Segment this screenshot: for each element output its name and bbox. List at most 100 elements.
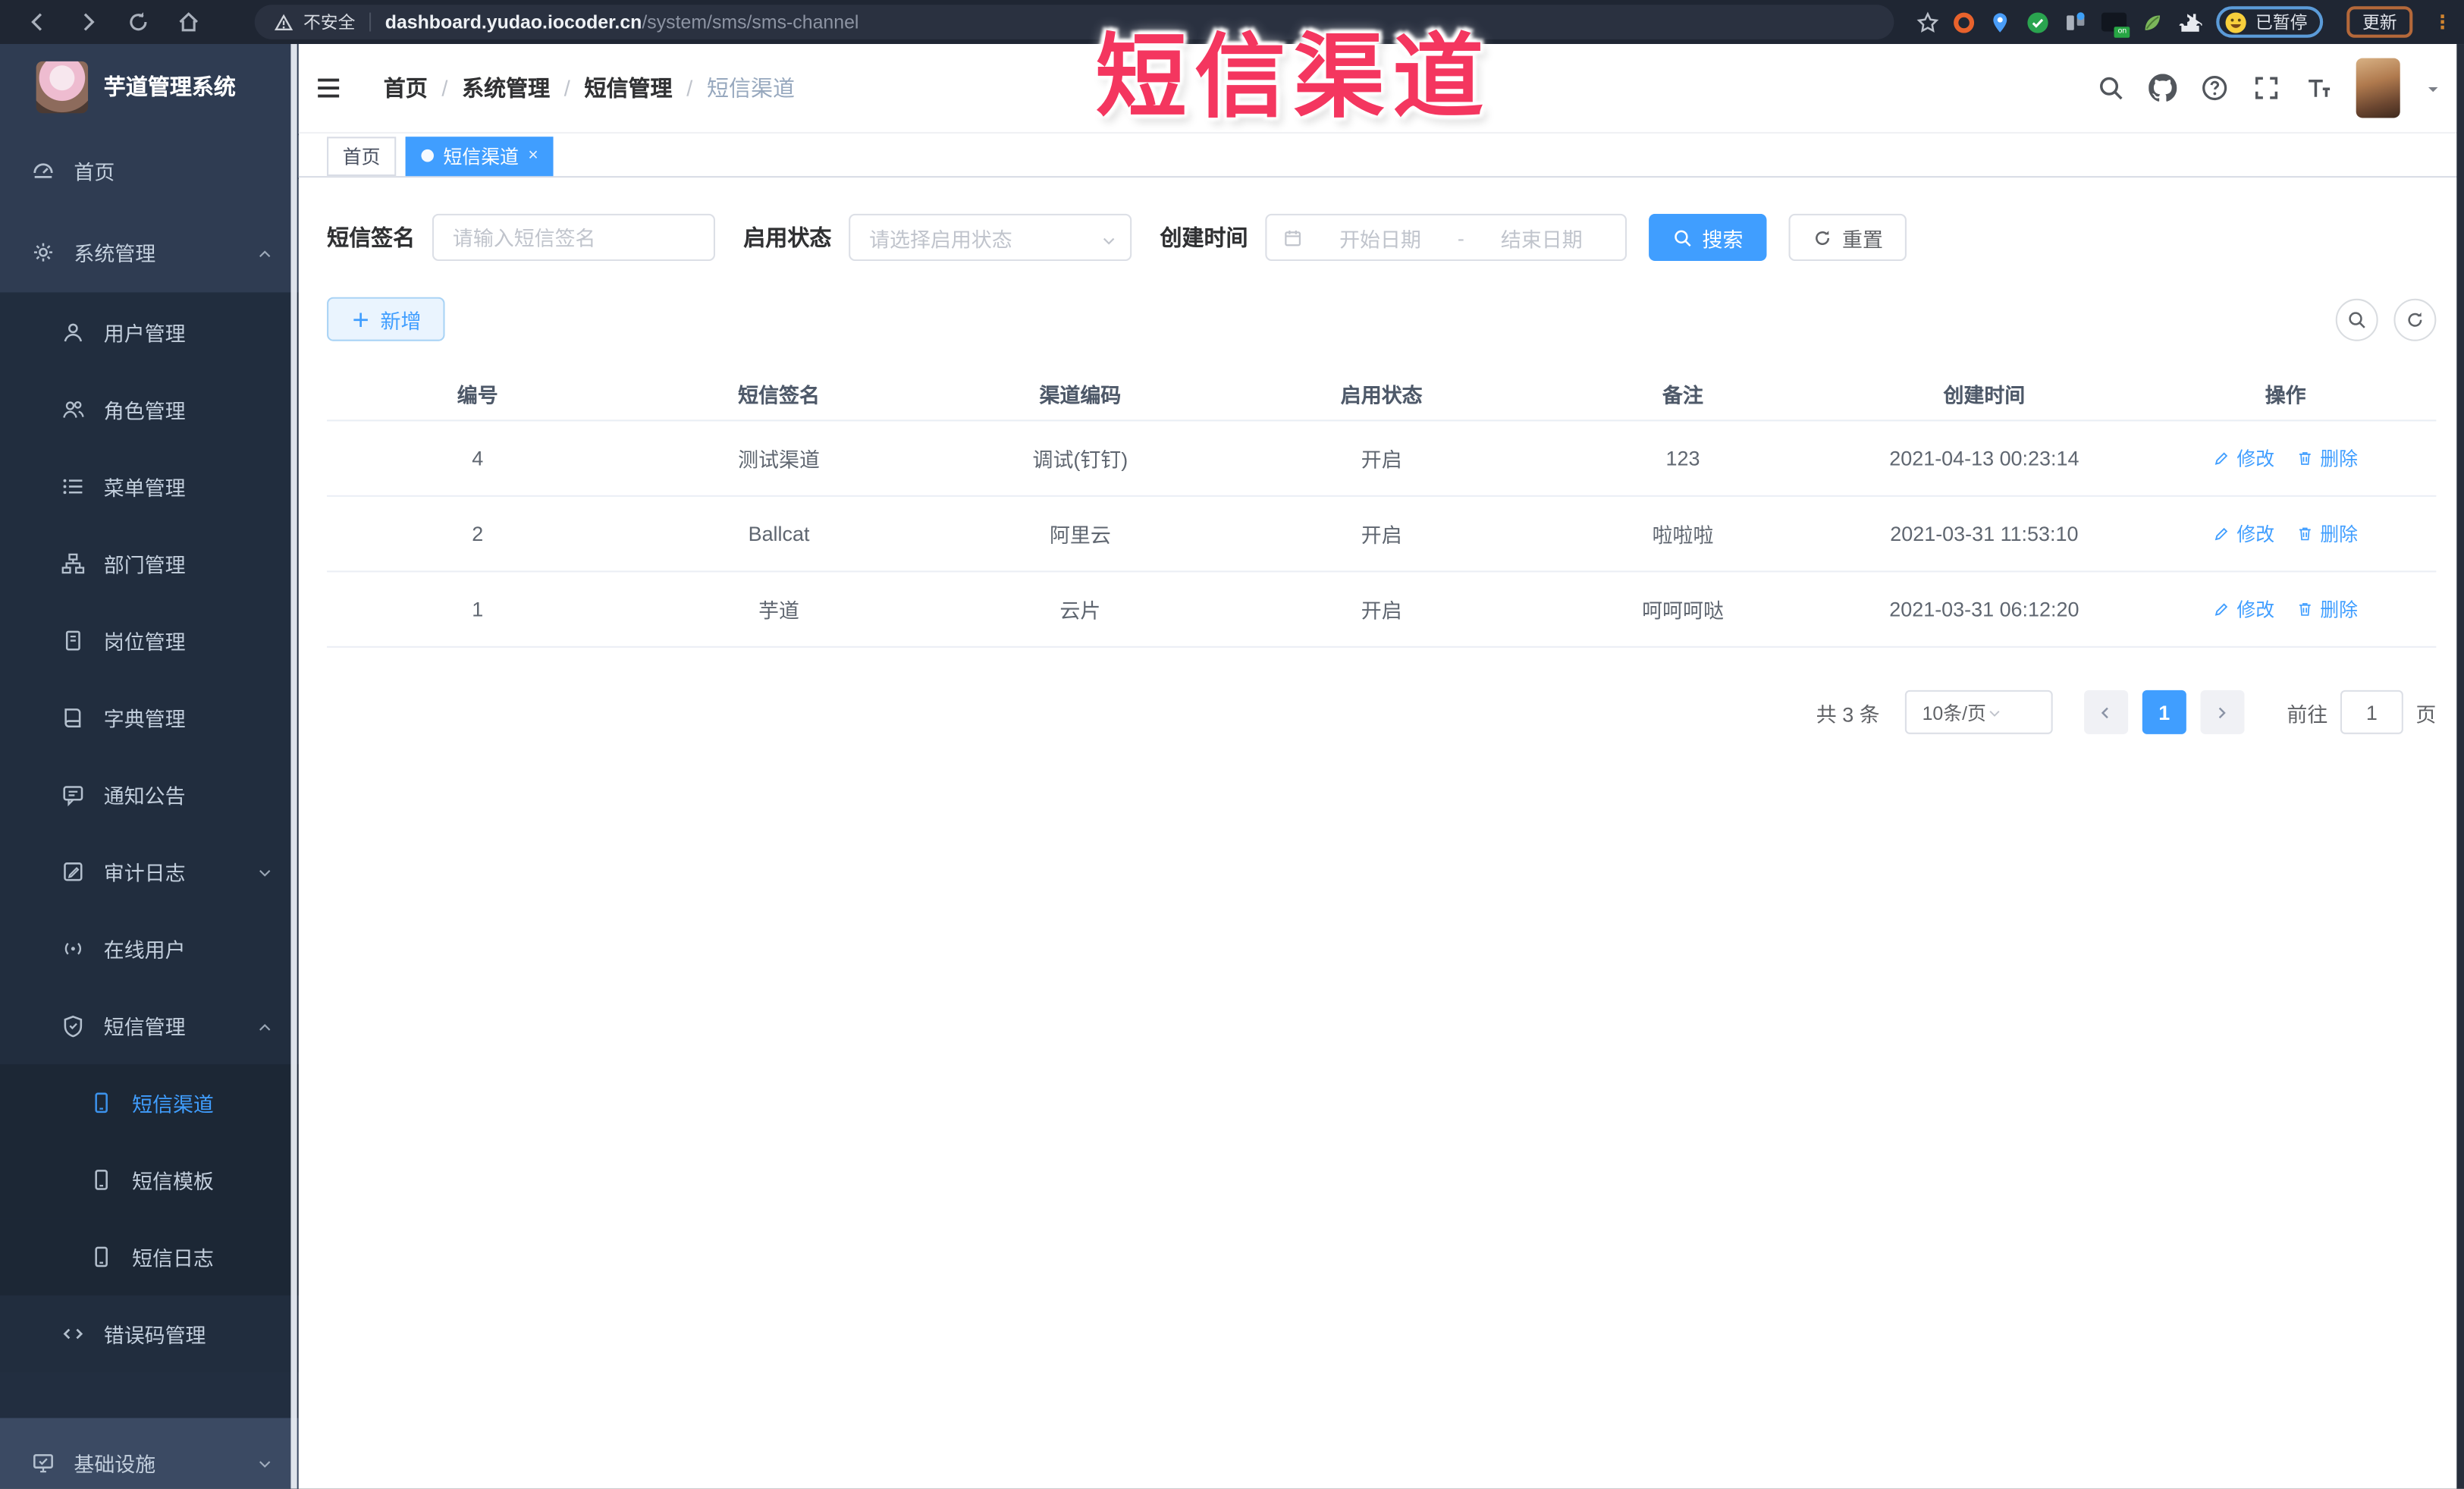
extension-leaf-icon[interactable]	[2141, 10, 2164, 33]
delete-link[interactable]: 删除	[2296, 520, 2358, 547]
start-date-input[interactable]: 开始日期	[1313, 222, 1449, 252]
extensions-puzzle-icon[interactable]	[2178, 10, 2202, 33]
reset-button[interactable]: 重置	[1788, 213, 1907, 262]
home-icon[interactable]	[176, 9, 201, 34]
breadcrumb-sms[interactable]: 短信管理	[585, 72, 673, 103]
url-divider	[369, 12, 372, 32]
not-secure-warning-icon[interactable]	[274, 12, 294, 33]
tab-sms-channel[interactable]: 短信渠道 ×	[405, 136, 554, 176]
sidebar-item-home[interactable]: 首页	[0, 129, 299, 211]
extension-switch-icon[interactable]: on	[2101, 12, 2130, 38]
font-size-icon[interactable]	[2304, 74, 2332, 102]
menu-list-icon	[61, 475, 85, 498]
next-page-button[interactable]	[2200, 690, 2245, 734]
users-icon	[61, 397, 85, 421]
screen: 不安全 dashboard.yudao.iocoder.cn /system/s…	[0, 0, 2464, 1489]
extension-board-icon[interactable]	[2064, 10, 2087, 33]
sign-input[interactable]	[432, 213, 715, 262]
sidebar-top-section: 芋道管理系统 首页 系统管理	[0, 44, 299, 293]
phone-icon	[89, 1245, 113, 1268]
trash-icon	[2296, 601, 2314, 618]
security-label[interactable]: 不安全	[303, 9, 355, 34]
calendar-icon	[1282, 227, 1303, 247]
bookmark-star-icon[interactable]	[1916, 10, 1939, 33]
cell-remark: 呵呵呵哒	[1642, 598, 1724, 623]
sidebar-item-sms-log[interactable]: 短信日志	[0, 1218, 299, 1296]
edit-link[interactable]: 修改	[2213, 445, 2274, 472]
extension-ring-icon[interactable]	[1954, 11, 1975, 33]
app-brand[interactable]: 芋道管理系统	[0, 44, 299, 129]
toggle-search-button[interactable]	[2335, 297, 2378, 341]
sidebar-item-system[interactable]: 系统管理	[0, 211, 299, 293]
dashboard-icon	[31, 158, 55, 181]
monitor-icon	[31, 1450, 55, 1474]
search-icon[interactable]	[2097, 74, 2125, 102]
cell-created: 2021-03-31 06:12:20	[1889, 597, 2079, 621]
column-header-code: 渠道编码	[1039, 383, 1122, 407]
status-select[interactable]: 请选择启用状态	[849, 213, 1132, 262]
refresh-table-button[interactable]	[2393, 297, 2437, 341]
hamburger-icon[interactable]	[315, 74, 343, 102]
right-toolbar	[2335, 297, 2437, 341]
refresh-icon	[2405, 309, 2425, 329]
forward-icon[interactable]	[75, 9, 100, 34]
sidebar-item-departments[interactable]: 部门管理	[0, 525, 299, 602]
browser-menu-icon[interactable]: ⋮	[2433, 11, 2452, 33]
search-button[interactable]: 搜索	[1649, 213, 1767, 262]
breadcrumb-current: 短信渠道	[706, 75, 796, 101]
edit-link[interactable]: 修改	[2213, 520, 2274, 547]
select-caret-down-icon	[1100, 229, 1118, 247]
user-avatar[interactable]	[2356, 58, 2400, 118]
goto-page-input[interactable]	[2340, 690, 2403, 734]
tab-home[interactable]: 首页	[327, 136, 397, 176]
url-host: dashboard.yudao.iocoder.cn	[385, 11, 642, 33]
close-tab-icon[interactable]: ×	[528, 146, 538, 165]
help-icon[interactable]	[2201, 74, 2229, 102]
delete-link[interactable]: 删除	[2296, 445, 2358, 472]
fullscreen-icon[interactable]	[2252, 74, 2280, 102]
paused-badge[interactable]: 已暂停	[2216, 6, 2324, 38]
avatar-caret-down-icon[interactable]	[2424, 79, 2443, 98]
sidebar-item-roles[interactable]: 角色管理	[0, 371, 299, 448]
edit-link[interactable]: 修改	[2213, 595, 2274, 622]
end-date-input[interactable]: 结束日期	[1474, 222, 1609, 252]
sidebar-item-announcement[interactable]: 通知公告	[0, 756, 299, 834]
github-icon[interactable]	[2149, 74, 2177, 102]
cell-code: 云片	[1059, 598, 1101, 623]
gear-icon	[31, 240, 55, 263]
sidebar-item-sms-channel[interactable]: 短信渠道	[0, 1064, 299, 1142]
breadcrumb: 首页 / 系统管理 / 短信管理 / 短信渠道	[384, 72, 795, 103]
page-size-select[interactable]: 10条/页	[1904, 690, 2053, 734]
sidebar-item-sms[interactable]: 短信管理	[0, 988, 299, 1065]
add-button[interactable]: 新增	[327, 297, 445, 341]
cell-status: 开启	[1361, 523, 1402, 548]
column-header-created: 创建时间	[1943, 383, 2026, 407]
sidebar-item-sms-template[interactable]: 短信模板	[0, 1141, 299, 1219]
sidebar-item-infrastructure[interactable]: 基础设施	[0, 1418, 299, 1488]
page-number-current[interactable]: 1	[2142, 690, 2186, 734]
sidebar-item-posts[interactable]: 岗位管理	[0, 602, 299, 680]
extension-pin-icon[interactable]	[1988, 10, 2012, 33]
cell-created: 2021-03-31 11:53:10	[1890, 522, 2079, 546]
delete-link[interactable]: 删除	[2296, 595, 2358, 622]
book-icon	[61, 706, 85, 730]
sidebar-item-dictionary[interactable]: 字典管理	[0, 679, 299, 756]
address-bar[interactable]: 不安全 dashboard.yudao.iocoder.cn /system/s…	[254, 5, 1894, 39]
page-scrollbar[interactable]	[2456, 44, 2464, 1489]
sidebar-item-online-users[interactable]: 在线用户	[0, 910, 299, 988]
sidebar-item-menus[interactable]: 菜单管理	[0, 448, 299, 526]
sidebar-item-error-codes[interactable]: 错误码管理	[0, 1296, 299, 1373]
back-icon[interactable]	[25, 9, 50, 34]
chevron-right-icon	[2214, 703, 2231, 721]
update-button[interactable]: 更新	[2346, 6, 2413, 38]
sidebar-scrollbar[interactable]	[290, 44, 297, 1489]
cell-sign: Ballcat	[748, 522, 810, 546]
sidebar-item-users[interactable]: 用户管理	[0, 294, 299, 372]
date-range-picker[interactable]: 开始日期 - 结束日期	[1265, 213, 1627, 262]
sidebar-item-audit-log[interactable]: 审计日志	[0, 833, 299, 910]
extension-check-icon[interactable]	[2026, 10, 2049, 33]
breadcrumb-system[interactable]: 系统管理	[462, 72, 550, 103]
reload-icon[interactable]	[126, 9, 151, 34]
breadcrumb-home[interactable]: 首页	[384, 72, 428, 103]
prev-page-button[interactable]	[2084, 690, 2129, 734]
